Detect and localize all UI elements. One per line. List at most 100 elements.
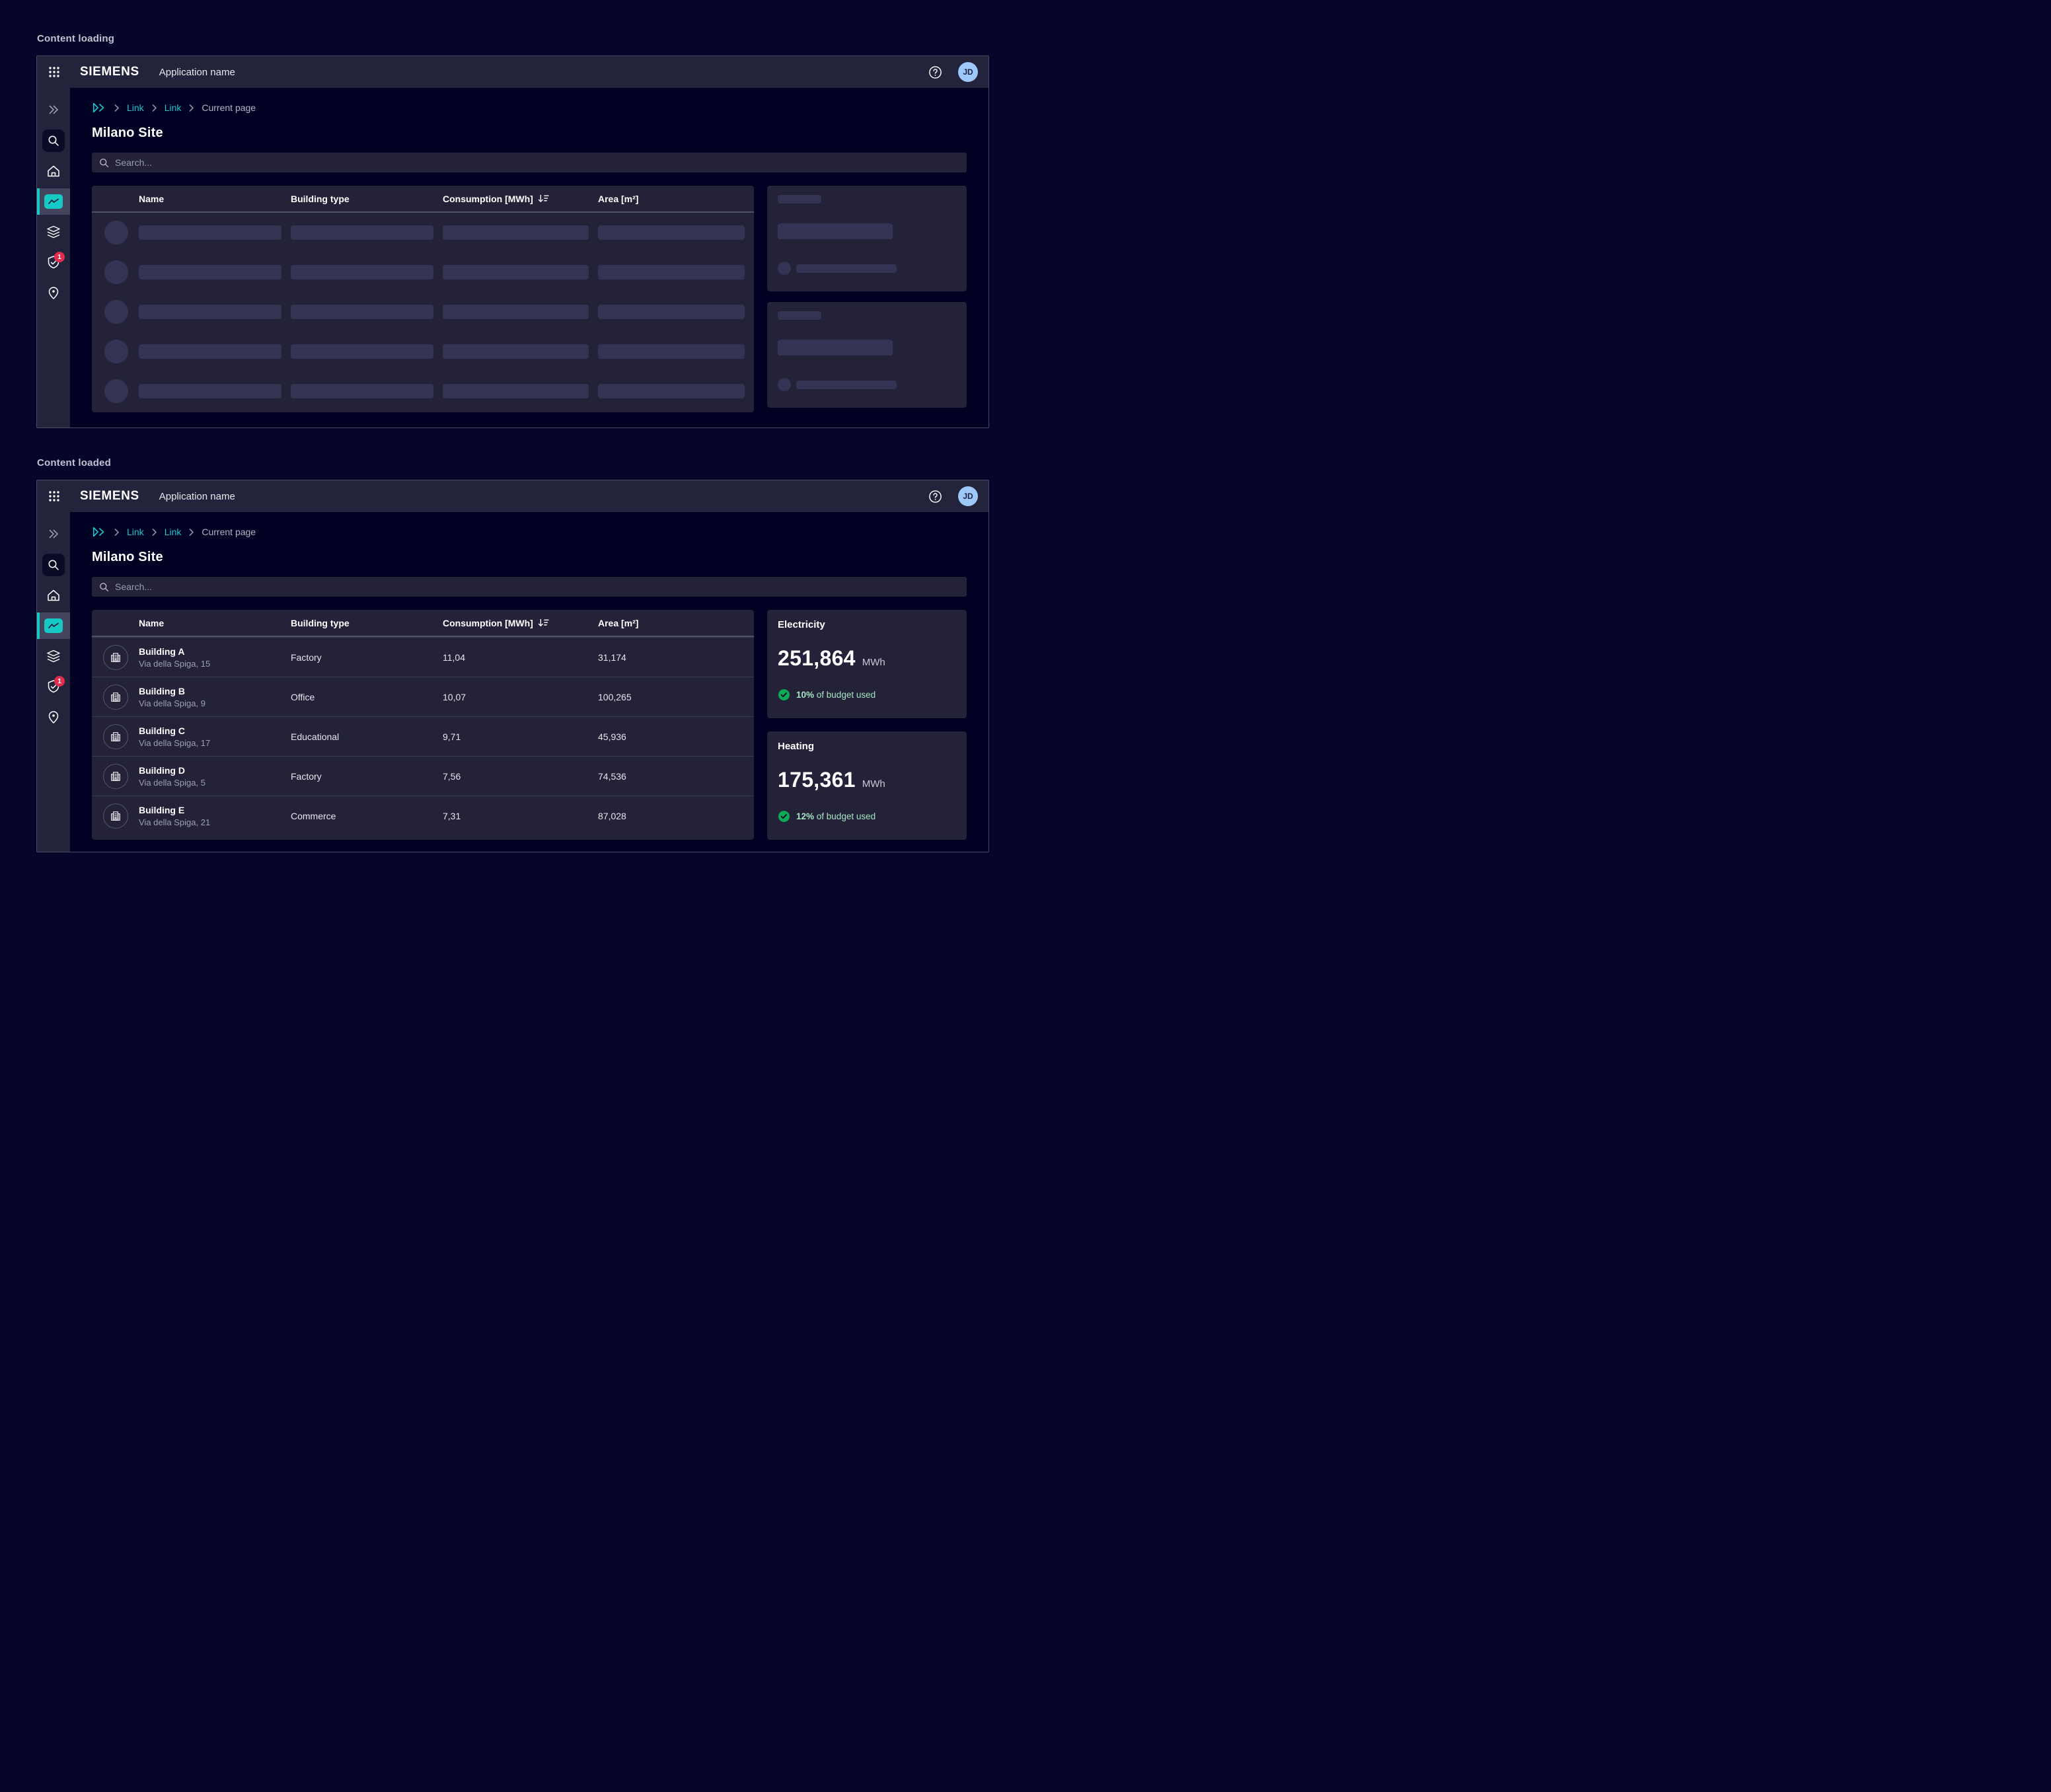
table-row-building-a[interactable]: Building A Via della Spiga, 15 Factory 1…: [92, 637, 754, 677]
breadcrumb-current: Current page: [202, 102, 256, 113]
skeleton-row: [92, 292, 754, 332]
search-icon: [98, 157, 110, 168]
app-frame-loaded: SIEMENS Application name JD: [36, 480, 989, 852]
building-area: 74,536: [598, 771, 754, 782]
sidebar-item-search[interactable]: [37, 128, 70, 154]
application-name: Application name: [159, 67, 235, 78]
building-consumption: 10,07: [443, 692, 598, 702]
building-icon: [103, 724, 128, 749]
breadcrumb-root-icon[interactable]: [92, 526, 106, 538]
success-check-icon: [778, 689, 790, 701]
skeleton-row: [92, 332, 754, 371]
kpi-status: 10% of budget used: [778, 689, 956, 701]
location-pin-icon: [46, 285, 61, 301]
state-label-loaded: Content loaded: [37, 428, 1026, 468]
page-title: Milano Site: [92, 550, 967, 565]
breadcrumb: Link Link Current page: [92, 101, 967, 114]
kpi-value: 175,361: [778, 768, 856, 792]
help-icon[interactable]: [928, 65, 942, 79]
skeleton-row: [92, 371, 754, 411]
sort-descending-icon: [538, 618, 549, 627]
column-header-name[interactable]: Name: [139, 194, 291, 204]
notification-badge: 1: [54, 252, 65, 262]
user-avatar[interactable]: JD: [958, 62, 978, 82]
skeleton-card: [767, 186, 967, 291]
chevron-right-icon: [188, 528, 194, 537]
building-type: Office: [291, 692, 443, 702]
column-header-type[interactable]: Building type: [291, 194, 443, 204]
sidebar-item-analytics-active[interactable]: [37, 188, 70, 215]
sidebar-item-search[interactable]: [37, 552, 70, 578]
building-address: Via della Spiga, 5: [139, 778, 291, 788]
table-row-building-d[interactable]: Building D Via della Spiga, 5 Factory 7,…: [92, 756, 754, 796]
sidebar-item-analytics-active[interactable]: [37, 613, 70, 639]
building-icon: [103, 764, 128, 789]
kpi-cards-loading: [767, 186, 967, 412]
sidebar-item-location[interactable]: [37, 704, 70, 730]
sidebar-expand-button[interactable]: [37, 524, 70, 544]
chevron-right-icon: [114, 528, 120, 537]
user-avatar[interactable]: JD: [958, 486, 978, 506]
skeleton-row: [92, 213, 754, 252]
sidebar-item-layers[interactable]: [37, 643, 70, 669]
skeleton-row: [92, 252, 754, 292]
search-input[interactable]: [115, 581, 960, 592]
building-name: Building A: [139, 646, 291, 657]
chevron-right-icon: [151, 104, 157, 112]
column-header-area[interactable]: Area [m²]: [598, 194, 754, 204]
skeleton-avatar: [104, 300, 128, 324]
breadcrumb-current: Current page: [202, 527, 256, 537]
search-icon: [42, 554, 65, 576]
kpi-card-electricity: Electricity 251,864 MWh 10% of budg: [767, 610, 967, 718]
buildings-table: Name Building type Consumption [MWh] Are…: [92, 610, 754, 840]
table-header-row: Name Building type Consumption [MWh] Are…: [92, 610, 754, 637]
line-chart-icon: [44, 194, 63, 209]
breadcrumb-link-1[interactable]: Link: [127, 102, 144, 113]
building-icon: [103, 685, 128, 710]
search-icon: [98, 581, 110, 593]
skeleton-avatar: [104, 340, 128, 363]
sidebar: 1: [37, 512, 70, 852]
table-row-building-b[interactable]: Building B Via della Spiga, 9 Office 10,…: [92, 677, 754, 716]
building-type: Factory: [291, 652, 443, 663]
skeleton-avatar: [104, 221, 128, 244]
search-input[interactable]: [115, 157, 960, 168]
line-chart-icon: [44, 618, 63, 633]
sidebar-expand-button[interactable]: [37, 100, 70, 120]
canvas: Content loading SIEMENS Application name: [0, 0, 1026, 896]
column-header-name[interactable]: Name: [139, 618, 291, 628]
sidebar-item-layers[interactable]: [37, 219, 70, 245]
building-type: Educational: [291, 731, 443, 742]
sidebar: 1: [37, 88, 70, 428]
column-header-consumption[interactable]: Consumption [MWh]: [443, 194, 598, 204]
breadcrumb-root-icon[interactable]: [92, 102, 106, 114]
sidebar-item-shield[interactable]: 1: [37, 249, 70, 276]
breadcrumb-link-2[interactable]: Link: [165, 102, 182, 113]
building-area: 100,265: [598, 692, 754, 702]
building-area: 87,028: [598, 811, 754, 821]
search-bar: [92, 577, 967, 597]
breadcrumb-link-2[interactable]: Link: [165, 527, 182, 537]
column-header-area[interactable]: Area [m²]: [598, 618, 754, 628]
siemens-logo: SIEMENS: [80, 489, 139, 504]
success-check-icon: [778, 810, 790, 823]
sidebar-item-shield[interactable]: 1: [37, 673, 70, 700]
building-consumption: 11,04: [443, 652, 598, 663]
building-consumption: 9,71: [443, 731, 598, 742]
layers-icon: [46, 224, 61, 240]
app-launcher-grid-icon[interactable]: [48, 66, 60, 78]
kpi-value: 251,864: [778, 646, 856, 671]
layers-icon: [46, 648, 61, 664]
help-icon[interactable]: [928, 489, 942, 504]
table-row-building-e[interactable]: Building E Via della Spiga, 21 Commerce …: [92, 796, 754, 835]
breadcrumb-link-1[interactable]: Link: [127, 527, 144, 537]
sidebar-item-location[interactable]: [37, 280, 70, 306]
search-bar: [92, 153, 967, 172]
column-header-type[interactable]: Building type: [291, 618, 443, 628]
app-launcher-grid-icon[interactable]: [48, 490, 60, 502]
search-icon: [42, 130, 65, 152]
column-header-consumption[interactable]: Consumption [MWh]: [443, 618, 598, 628]
sidebar-item-home[interactable]: [37, 582, 70, 609]
sidebar-item-home[interactable]: [37, 158, 70, 184]
table-row-building-c[interactable]: Building C Via della Spiga, 17 Education…: [92, 716, 754, 756]
